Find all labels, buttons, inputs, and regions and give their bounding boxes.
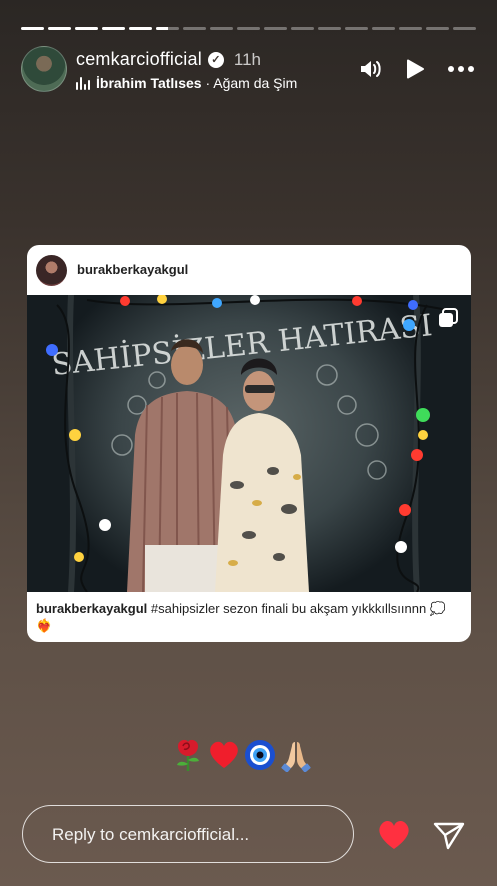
music-song: Ağam da Şim bbox=[213, 75, 298, 91]
more-options-icon[interactable] bbox=[446, 58, 476, 80]
volume-icon[interactable] bbox=[358, 58, 384, 80]
emoji-row bbox=[172, 738, 312, 773]
progress-segment bbox=[399, 27, 422, 30]
progress-segment bbox=[291, 27, 314, 30]
post-photo[interactable]: SAHİPSİZLER HATIRASI bbox=[27, 295, 471, 592]
post-author-avatar[interactable] bbox=[36, 255, 67, 286]
nazar-amulet-icon bbox=[244, 738, 276, 772]
progress-segment bbox=[75, 27, 98, 30]
progress-fill bbox=[48, 27, 71, 30]
post-caption: burakberkayakgul #sahipsizler sezon fina… bbox=[36, 600, 459, 634]
progress-segment bbox=[345, 27, 368, 30]
rose-icon bbox=[172, 738, 204, 772]
progress-fill bbox=[75, 27, 98, 30]
reply-field-container[interactable] bbox=[22, 805, 354, 864]
music-text: İbrahim Tatlıses · Ağam da Şim bbox=[96, 75, 297, 91]
progress-segment bbox=[453, 27, 476, 30]
time-ago: 11h bbox=[233, 49, 262, 69]
story-controls bbox=[358, 58, 476, 80]
send-icon[interactable] bbox=[432, 818, 466, 852]
photo-illustration: SAHİPSİZLER HATIRASI bbox=[27, 295, 471, 592]
progress-segment bbox=[426, 27, 449, 30]
story-header: cemkarciofficial ✓ 11h İbrahim Tatlıses … bbox=[21, 46, 476, 92]
music-artist: İbrahim Tatlıses bbox=[96, 75, 202, 91]
caption-username[interactable]: burakberkayakgul bbox=[36, 601, 147, 616]
progress-segment bbox=[48, 27, 71, 30]
progress-segment bbox=[21, 27, 44, 30]
progress-fill bbox=[102, 27, 125, 30]
play-icon[interactable] bbox=[402, 58, 428, 80]
story-viewer[interactable]: cemkarciofficial ✓ 11h İbrahim Tatlıses … bbox=[0, 0, 497, 886]
progress-segment bbox=[129, 27, 152, 30]
progress-segment bbox=[102, 27, 125, 30]
progress-segment bbox=[210, 27, 233, 30]
shared-post-card[interactable]: burakberkayakgul SAHİPSİZLER HATIRASI bu… bbox=[27, 245, 471, 642]
verified-badge-icon: ✓ bbox=[207, 51, 224, 68]
red-heart-icon bbox=[208, 738, 240, 772]
music-attribution[interactable]: İbrahim Tatlıses · Ağam da Şim bbox=[76, 75, 326, 91]
progress-segment bbox=[264, 27, 287, 30]
progress-segment bbox=[237, 27, 260, 30]
post-author-username[interactable]: burakberkayakgul bbox=[77, 262, 188, 277]
story-progress-bar bbox=[21, 27, 476, 30]
progress-segment bbox=[318, 27, 341, 30]
profile-avatar[interactable] bbox=[21, 46, 67, 92]
username-row: cemkarciofficial ✓ 11h bbox=[76, 49, 261, 70]
progress-segment bbox=[183, 27, 206, 30]
progress-fill bbox=[156, 27, 168, 30]
music-separator: · bbox=[201, 75, 214, 91]
progress-fill bbox=[129, 27, 152, 30]
username[interactable]: cemkarciofficial bbox=[76, 49, 202, 70]
like-heart-icon[interactable] bbox=[376, 818, 412, 852]
progress-segment bbox=[372, 27, 395, 30]
post-header: burakberkayakgul bbox=[27, 245, 471, 295]
music-bars-icon bbox=[76, 76, 90, 90]
progress-fill bbox=[21, 27, 44, 30]
folded-hands-icon bbox=[280, 738, 312, 773]
progress-segment bbox=[156, 27, 179, 30]
reply-input[interactable] bbox=[50, 806, 344, 864]
